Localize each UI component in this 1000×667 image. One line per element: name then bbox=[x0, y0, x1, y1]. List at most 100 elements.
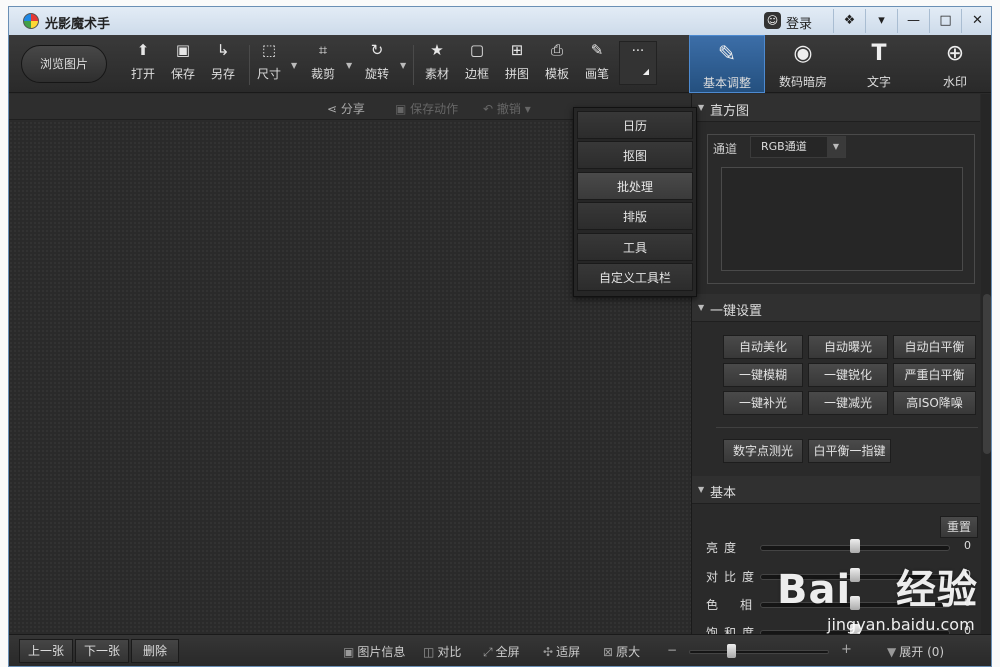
tab-watermark[interactable]: ⊕ 水印 bbox=[917, 35, 991, 93]
text-icon: T bbox=[871, 41, 887, 66]
menu-item-layout[interactable]: 排版 bbox=[577, 202, 693, 231]
tab-watermark-label: 水印 bbox=[942, 75, 967, 89]
close-button[interactable]: ✕ bbox=[961, 9, 991, 33]
auto-white-balance-button[interactable]: 自动白平衡 bbox=[893, 335, 976, 359]
save-as-label: 另存 bbox=[210, 67, 235, 81]
main-toolbar: 浏览图片 ⬆ 打开 ▣ 保存 ↳ 另存 ⬚ 尺寸 ▼ ⌗ 裁剪 ▼ ↻ 旋转 ▼ bbox=[9, 35, 991, 93]
material-button[interactable]: ★ 素材 bbox=[417, 41, 457, 82]
template-button[interactable]: ⎙ 模板 bbox=[537, 41, 577, 82]
crop-caret-icon[interactable]: ▼ bbox=[346, 61, 354, 70]
image-info-label: 图片信息 bbox=[357, 645, 406, 659]
menu-item-custom-toolbar[interactable]: 自定义工具栏 bbox=[577, 262, 693, 291]
tab-basic-adjust-label: 基本调整 bbox=[702, 76, 751, 90]
resize-button[interactable]: ⬚ 尺寸 bbox=[249, 41, 289, 82]
rotate-button[interactable]: ↻ 旋转 bbox=[357, 41, 397, 82]
channel-select[interactable]: RGB通道 ▼ bbox=[750, 136, 846, 158]
resize-label: 尺寸 bbox=[256, 67, 281, 81]
collage-button[interactable]: ⊞ 拼图 bbox=[497, 41, 537, 82]
fill-light-button[interactable]: 一键补光 bbox=[723, 391, 803, 415]
fullscreen-button[interactable]: ⤢ 全屏 bbox=[483, 643, 520, 660]
compare-button[interactable]: ◫ 对比 bbox=[423, 643, 461, 660]
baidu-brand: Bai 经验 bbox=[777, 567, 978, 613]
more-tools-button[interactable]: ··· ◢ bbox=[619, 41, 657, 85]
reduce-light-button[interactable]: 一键减光 bbox=[808, 391, 888, 415]
fit-screen-label: 适屏 bbox=[556, 645, 581, 659]
next-image-button[interactable]: 下一张 bbox=[75, 639, 129, 663]
expand-filmstrip-button[interactable]: ▼ 展开 (0) bbox=[887, 643, 944, 660]
prev-image-button[interactable]: 上一张 bbox=[19, 639, 73, 663]
browse-images-button[interactable]: 浏览图片 bbox=[21, 45, 107, 83]
app-window: 光影魔术手 ☺ 登录 ❖ ▾ — □ ✕ 浏览图片 ⬆ 打开 ▣ 保存 ↳ 另存… bbox=[8, 6, 992, 667]
menu-item-cutout[interactable]: 抠图 bbox=[577, 141, 693, 170]
histogram-header[interactable]: ▼ 直方图 bbox=[692, 94, 980, 122]
scrollbar-thumb[interactable] bbox=[983, 294, 991, 454]
save-button[interactable]: ▣ 保存 bbox=[163, 41, 203, 82]
baidu-watermark: Bai 经验 jingyan.baidu.com bbox=[777, 557, 978, 634]
tab-text[interactable]: T 文字 bbox=[841, 35, 917, 93]
reset-button[interactable]: 重置 bbox=[940, 516, 978, 538]
zoom-slider[interactable] bbox=[689, 650, 829, 654]
rotate-label: 旋转 bbox=[364, 67, 389, 81]
image-info-button[interactable]: ▣ 图片信息 bbox=[343, 643, 405, 660]
histogram-graph bbox=[721, 167, 963, 271]
save-as-button[interactable]: ↳ 另存 bbox=[203, 41, 243, 82]
slider-thumb[interactable] bbox=[850, 539, 860, 553]
fullscreen-icon: ⤢ bbox=[483, 645, 493, 659]
save-action-button[interactable]: ▣ 保存动作 bbox=[395, 100, 458, 117]
white-balance-finger-button[interactable]: 白平衡一指键 bbox=[808, 439, 891, 463]
tab-darkroom[interactable]: ◉ 数码暗房 bbox=[765, 35, 841, 93]
basic-adjust-icon: ✎ bbox=[717, 42, 737, 67]
oneclick-header[interactable]: ▼ 一键设置 bbox=[692, 294, 980, 322]
adjust-panel: ▼ 直方图 通道 RGB通道 ▼ ▼ 一键设置 自动美化 自动曝光 自动白平衡 … bbox=[691, 94, 991, 640]
share-label: 分享 bbox=[340, 102, 365, 116]
menu-dropdown-icon[interactable]: ▾ bbox=[865, 9, 897, 33]
resize-icon: ⬚ bbox=[261, 41, 277, 59]
menu-item-calendar[interactable]: 日历 bbox=[577, 111, 693, 139]
auto-exposure-button[interactable]: 自动曝光 bbox=[808, 335, 888, 359]
channel-label: 通道 bbox=[713, 142, 738, 156]
brush-button[interactable]: ✎ 画笔 bbox=[577, 41, 617, 82]
undo-icon: ↶ bbox=[483, 102, 497, 116]
save-as-icon: ↳ bbox=[216, 41, 230, 59]
original-size-label: 原大 bbox=[616, 645, 641, 659]
menu-item-batch[interactable]: 批处理 bbox=[577, 171, 693, 200]
material-icon: ★ bbox=[430, 41, 444, 59]
minimize-button[interactable]: — bbox=[897, 9, 929, 33]
toolbar-divider bbox=[413, 45, 414, 85]
more-icon: ··· bbox=[631, 44, 645, 59]
rotate-caret-icon[interactable]: ▼ bbox=[400, 61, 408, 70]
high-iso-denoise-button[interactable]: 高ISO降噪 bbox=[893, 391, 976, 415]
user-icon[interactable]: ☺ bbox=[764, 12, 781, 29]
zoom-out-icon[interactable]: − bbox=[667, 643, 677, 657]
severe-white-balance-button[interactable]: 严重白平衡 bbox=[893, 363, 976, 387]
frame-button[interactable]: ▢ 边框 bbox=[457, 41, 497, 82]
open-button[interactable]: ⬆ 打开 bbox=[123, 41, 163, 82]
login-link[interactable]: 登录 bbox=[786, 13, 812, 32]
share-button[interactable]: ⋖ 分享 bbox=[327, 100, 365, 117]
brightness-slider[interactable]: 亮度 0 bbox=[706, 537, 976, 557]
spot-metering-button[interactable]: 数字点测光 bbox=[723, 439, 803, 463]
fit-screen-button[interactable]: ✣ 适屏 bbox=[543, 643, 580, 660]
delete-button[interactable]: 删除 bbox=[131, 639, 179, 663]
panel-scrollbar[interactable] bbox=[981, 94, 991, 634]
basic-header[interactable]: ▼ 基本 bbox=[692, 476, 980, 504]
one-click-sharpen-button[interactable]: 一键锐化 bbox=[808, 363, 888, 387]
contrast-label: 对比度 bbox=[706, 570, 761, 584]
original-size-icon: ⊠ bbox=[603, 645, 614, 659]
tab-basic-adjust[interactable]: ✎ 基本调整 bbox=[689, 35, 765, 93]
menu-item-tools[interactable]: 工具 bbox=[577, 232, 693, 261]
original-size-button[interactable]: ⊠ 原大 bbox=[603, 643, 640, 660]
auto-beautify-button[interactable]: 自动美化 bbox=[723, 335, 803, 359]
maximize-button[interactable]: □ bbox=[929, 9, 961, 33]
resize-caret-icon[interactable]: ▼ bbox=[291, 61, 299, 70]
template-label: 模板 bbox=[544, 67, 569, 81]
one-click-blur-button[interactable]: 一键模糊 bbox=[723, 363, 803, 387]
undo-button[interactable]: ↶ 撤销 ▾ bbox=[483, 100, 531, 117]
status-bar: 上一张 下一张 删除 ▣ 图片信息 ◫ 对比 ⤢ 全屏 ✣ 适屏 ⊠ 原大 − + ▼ 展开… bbox=[9, 634, 991, 666]
zoom-in-icon[interactable]: + bbox=[841, 642, 852, 657]
open-label: 打开 bbox=[130, 67, 155, 81]
zoom-thumb[interactable] bbox=[727, 644, 736, 658]
template-icon: ⎙ bbox=[550, 41, 563, 59]
skin-icon[interactable]: ❖ bbox=[833, 9, 865, 33]
crop-button[interactable]: ⌗ 裁剪 bbox=[303, 41, 343, 82]
